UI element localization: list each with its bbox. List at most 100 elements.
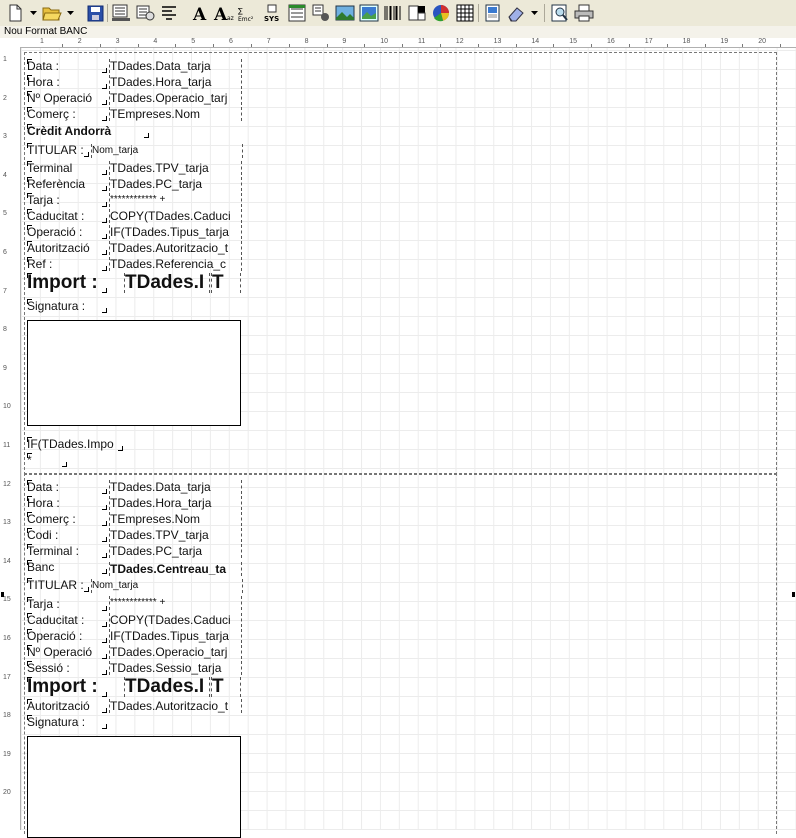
field-hora[interactable]: TDades.Hora_tarja <box>109 75 242 89</box>
label-sessio[interactable]: Sessió : <box>27 661 107 675</box>
label-operacio[interactable]: Nº Operació <box>27 91 107 105</box>
label-import[interactable]: Import : <box>27 677 107 697</box>
label-caducitat[interactable]: Caducitat : <box>27 209 107 223</box>
field-comerc[interactable]: TEmpreses.Nom <box>109 107 242 121</box>
ruler-tick <box>326 44 328 47</box>
field-hora[interactable]: TDades.Hora_tarja <box>109 496 242 510</box>
text-label-icon[interactable] <box>158 3 180 23</box>
label-ref[interactable]: Ref : <box>27 257 107 271</box>
system-field-icon[interactable]: SYS <box>262 3 284 23</box>
field-footer-star[interactable]: * <box>27 453 67 467</box>
field-comerc[interactable]: TEmpreses.Nom <box>109 512 242 526</box>
save-icon[interactable] <box>84 3 106 23</box>
field-autoritzacio[interactable]: TDades.Autoritzacio_t <box>109 699 242 713</box>
label-caducitat[interactable]: Caducitat : <box>27 613 107 627</box>
label-referencia[interactable]: Referència <box>27 177 107 191</box>
band-resize-handle[interactable] <box>792 592 795 597</box>
font-icon[interactable]: A <box>190 3 212 23</box>
report-properties-icon[interactable] <box>110 3 132 23</box>
label-data[interactable]: Data : <box>27 480 107 494</box>
field-ref[interactable]: TDades.Referencia_c <box>109 257 242 271</box>
label-titular[interactable]: TITULAR : <box>27 578 89 592</box>
label-bank-name[interactable]: Crèdit Andorrà <box>27 124 149 138</box>
zoom-icon[interactable] <box>549 3 571 23</box>
field-terminal[interactable]: TDades.PC_tarja <box>109 544 242 558</box>
field-banc[interactable]: TDades.Centreau_ta <box>109 562 242 576</box>
field-tarja[interactable]: ************ + <box>109 193 242 207</box>
dataset-icon[interactable] <box>310 3 332 23</box>
dropdown-arrow-icon[interactable] <box>529 3 539 23</box>
field-operacio[interactable]: TDades.Operacio_tarj <box>109 91 242 105</box>
field-caducitat[interactable]: COPY(TDades.Caduci <box>109 613 242 627</box>
field-referencia[interactable]: TDades.PC_tarja <box>109 177 242 191</box>
ruler-tick <box>742 44 744 47</box>
field-data[interactable]: TDades.Data_tarja <box>109 59 242 73</box>
database-icon[interactable] <box>134 3 156 23</box>
picture-icon[interactable] <box>358 3 380 23</box>
label-data[interactable]: Data : <box>27 59 107 73</box>
eraser-icon[interactable] <box>504 3 528 23</box>
print-icon[interactable] <box>573 3 595 23</box>
new-document-icon[interactable] <box>3 3 27 23</box>
field-import-2[interactable]: T <box>211 273 241 293</box>
field-footer-import[interactable]: IF(TDades.Impo <box>27 437 123 451</box>
label-operacio-tipus[interactable]: Operació : <box>27 629 107 643</box>
field-titular[interactable]: Nom_tarja <box>91 579 243 593</box>
label-terminal[interactable]: Terminal <box>27 161 107 175</box>
label-autoritzacio[interactable]: Autorització <box>27 699 107 713</box>
field-operacio-tipus[interactable]: IF(TDades.Tipus_tarja <box>109 629 242 643</box>
ruler-mark: 1 <box>40 38 44 45</box>
label-tarja[interactable]: Tarja : <box>27 193 107 207</box>
dropdown-arrow-icon[interactable] <box>28 3 38 23</box>
field-codi[interactable]: TDades.TPV_tarja <box>109 528 242 542</box>
field-import[interactable]: TDades.I <box>124 273 210 293</box>
ruler-mark: 12 <box>455 38 464 45</box>
field-sessio[interactable]: TDades.Sessio_tarja <box>109 661 242 675</box>
ruler-mark: 16 <box>607 38 615 45</box>
list-icon[interactable] <box>286 3 308 23</box>
field-data[interactable]: TDades.Data_tarja <box>109 480 242 494</box>
label-import[interactable]: Import : <box>27 273 107 293</box>
label-signatura[interactable]: Signatura : <box>27 715 107 729</box>
ruler-mark: 14 <box>531 38 540 45</box>
label-banc[interactable]: Banc <box>27 560 107 574</box>
label-titular[interactable]: TITULAR : <box>27 143 89 157</box>
ruler-mark: 2 <box>77 38 82 45</box>
ruler-mark: 14 <box>3 557 11 565</box>
label-codi[interactable]: Codi : <box>27 528 107 542</box>
preview-icon[interactable] <box>482 3 504 23</box>
label-signatura[interactable]: Signatura : <box>27 299 107 313</box>
band-resize-handle[interactable] <box>1 592 4 597</box>
field-operacio-tipus[interactable]: IF(TDades.Tipus_tarja <box>109 225 242 239</box>
label-comerc[interactable]: Comerç : <box>27 107 107 121</box>
color-icon[interactable] <box>406 3 428 23</box>
image-icon[interactable] <box>334 3 356 23</box>
report-design-canvas[interactable]: Data : TDades.Data_tarja Hora : TDades.H… <box>21 48 796 838</box>
field-import[interactable]: TDades.I <box>124 677 210 697</box>
label-hora[interactable]: Hora : <box>27 496 107 510</box>
field-titular[interactable]: Nom_tarja <box>91 144 243 158</box>
field-operacio[interactable]: TDades.Operacio_tarj <box>109 645 242 659</box>
label-hora[interactable]: Hora : <box>27 75 107 89</box>
label-autoritzacio[interactable]: Autorització <box>27 241 107 255</box>
signature-box[interactable] <box>27 320 241 426</box>
barcode-icon[interactable] <box>382 3 404 23</box>
field-autoritzacio[interactable]: TDades.Autoritzacio_t <box>109 241 242 255</box>
label-tarja[interactable]: Tarja : <box>27 597 107 611</box>
label-operacio-tipus[interactable]: Operació : <box>27 225 107 239</box>
label-comerc[interactable]: Comerç : <box>27 512 107 526</box>
special-chars-icon[interactable]: ∑ Emc² <box>236 3 260 23</box>
label-terminal[interactable]: Terminal : <box>27 544 107 558</box>
svg-text:A: A <box>192 5 207 22</box>
dropdown-arrow-icon[interactable] <box>65 3 75 23</box>
field-tarja[interactable]: ************ + <box>109 596 242 610</box>
chart-icon[interactable] <box>430 3 452 23</box>
field-terminal[interactable]: TDades.TPV_tarja <box>109 161 242 175</box>
font-size-icon[interactable]: Aaz <box>212 3 236 23</box>
field-caducitat[interactable]: COPY(TDades.Caduci <box>109 209 242 223</box>
signature-box[interactable] <box>27 736 241 838</box>
field-import-2[interactable]: T <box>211 677 241 697</box>
grid-icon[interactable] <box>454 3 476 23</box>
open-folder-icon[interactable] <box>40 3 64 23</box>
label-operacio[interactable]: Nº Operació <box>27 645 107 659</box>
